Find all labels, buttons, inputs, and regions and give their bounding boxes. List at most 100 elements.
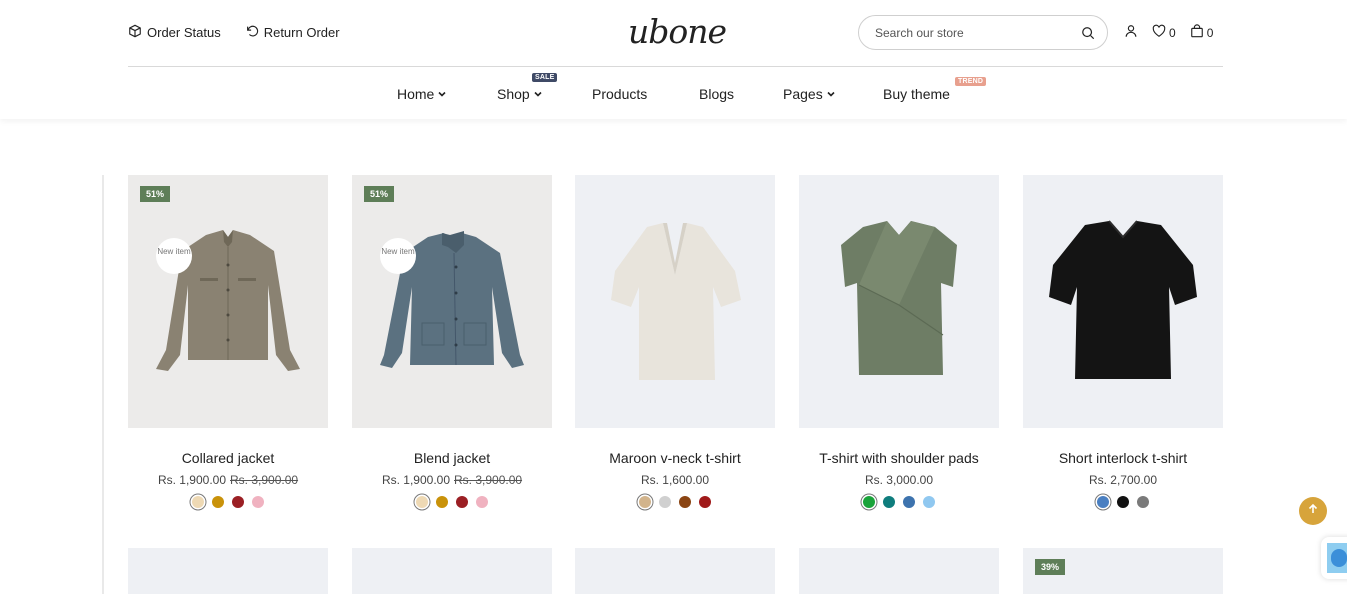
color-swatch[interactable] <box>1097 496 1109 508</box>
discount-badge: 51% <box>364 186 395 202</box>
account-button[interactable] <box>1124 24 1138 41</box>
product-card[interactable]: Maroon v-neck t-shirt Rs. 1,600.00 <box>575 175 775 508</box>
color-swatch[interactable] <box>863 496 875 508</box>
logo-text: ubone <box>628 12 727 51</box>
color-swatches <box>128 496 328 508</box>
cart-button[interactable]: 0 <box>1190 24 1214 41</box>
jacket-taupe-image <box>156 230 300 371</box>
search-input[interactable] <box>875 25 1075 40</box>
nav-label: Pages <box>783 86 823 102</box>
main-nav: Home Shop SALE Products Blogs Pages Buy … <box>0 68 1347 119</box>
cart-icon <box>1190 24 1204 41</box>
color-swatch[interactable] <box>883 496 895 508</box>
color-swatches <box>352 496 552 508</box>
site-header: Order Status Return Order ubone Search o… <box>0 0 1347 119</box>
new-item-tag: New item <box>380 238 416 274</box>
color-swatch[interactable] <box>416 496 428 508</box>
color-swatch[interactable] <box>192 496 204 508</box>
color-swatch[interactable] <box>232 496 244 508</box>
color-swatch[interactable] <box>679 496 691 508</box>
color-swatch[interactable] <box>476 496 488 508</box>
color-swatches <box>799 496 999 508</box>
undo-icon <box>245 24 259 41</box>
wishlist-button[interactable]: 0 <box>1152 24 1176 41</box>
current-price: Rs. 2,700.00 <box>1088 473 1158 487</box>
carousel-edge <box>102 175 104 594</box>
product-title[interactable]: Maroon v-neck t-shirt <box>575 450 775 466</box>
trend-tag: TREND <box>955 77 987 86</box>
color-swatch[interactable] <box>1117 496 1129 508</box>
product-card[interactable]: T-shirt with shoulder pads Rs. 3,000.00 <box>799 175 999 508</box>
tee-cream-image <box>611 223 741 380</box>
top-green-image <box>841 221 957 375</box>
old-price: Rs. 3,900.00 <box>230 473 299 487</box>
current-price: Rs. 1,600.00 <box>640 473 710 487</box>
nav-item-products[interactable]: Products <box>592 86 647 102</box>
search-icon[interactable] <box>1081 26 1095 40</box>
color-swatch[interactable] <box>456 496 468 508</box>
product-card[interactable]: 51% New item Collared jacket Rs. 1,900.0… <box>128 175 328 508</box>
color-swatch[interactable] <box>903 496 915 508</box>
product-title[interactable]: T-shirt with shoulder pads <box>799 450 999 466</box>
jacket-blue-image <box>380 231 524 368</box>
nav-item-buy-theme[interactable]: Buy theme <box>883 86 950 102</box>
product-image[interactable] <box>575 548 775 594</box>
color-swatch[interactable] <box>699 496 711 508</box>
nav-label: Home <box>397 86 435 102</box>
product-price: Rs. 2,700.00 <box>1023 473 1223 487</box>
product-image[interactable]: 51% New item <box>128 175 328 428</box>
user-icon <box>1124 24 1138 41</box>
top-links: Order Status Return Order <box>128 24 340 41</box>
tee-black-image <box>1049 220 1197 379</box>
nav-label: Shop <box>497 86 530 102</box>
product-title[interactable]: Blend jacket <box>352 450 552 466</box>
chevron-down-icon <box>826 86 836 102</box>
product-price: Rs. 1,600.00 <box>575 473 775 487</box>
product-title[interactable]: Short interlock t-shirt <box>1023 450 1223 466</box>
product-image[interactable] <box>799 548 999 594</box>
product-image[interactable] <box>799 175 999 428</box>
nav-item-blogs[interactable]: Blogs <box>699 86 734 102</box>
product-card[interactable]: 51% New item Blend jacket Rs. 1,900.00 Rs… <box>352 175 552 508</box>
product-price: Rs. 1,900.00 Rs. 3,900.00 <box>352 473 552 487</box>
discount-badge: 39% <box>1035 559 1066 575</box>
color-swatch[interactable] <box>1137 496 1149 508</box>
product-card[interactable]: Short interlock t-shirt Rs. 2,700.00 <box>1023 175 1223 508</box>
color-swatch[interactable] <box>639 496 651 508</box>
order-status-link[interactable]: Order Status <box>128 24 221 41</box>
order-status-label: Order Status <box>147 25 221 40</box>
wishlist-count: 0 <box>1169 25 1176 40</box>
cart-count: 0 <box>1206 25 1214 40</box>
color-swatch[interactable] <box>659 496 671 508</box>
nav-label: Products <box>592 86 648 102</box>
chat-widget-button[interactable] <box>1321 537 1347 579</box>
product-image[interactable]: 39% <box>1023 548 1223 594</box>
top-bar: Order Status Return Order ubone Search o… <box>128 0 1223 67</box>
sale-tag: SALE <box>532 73 558 82</box>
heart-icon <box>1152 24 1166 41</box>
product-image[interactable] <box>1023 175 1223 428</box>
product-image[interactable] <box>128 548 328 594</box>
chevron-down-icon <box>533 86 543 102</box>
product-image[interactable] <box>575 175 775 428</box>
site-logo[interactable]: ubone <box>628 12 727 51</box>
color-swatch[interactable] <box>436 496 448 508</box>
return-order-link[interactable]: Return Order <box>245 24 340 41</box>
current-price: Rs. 3,000.00 <box>864 473 934 487</box>
product-image[interactable] <box>352 548 552 594</box>
back-to-top-button[interactable] <box>1299 497 1327 525</box>
product-image[interactable]: 51% New item <box>352 175 552 428</box>
nav-item-shop[interactable]: Shop <box>497 86 543 102</box>
nav-item-pages[interactable]: Pages <box>783 86 836 102</box>
chevron-down-icon <box>437 86 447 102</box>
color-swatch[interactable] <box>252 496 264 508</box>
color-swatch[interactable] <box>212 496 224 508</box>
color-swatch[interactable] <box>923 496 935 508</box>
current-price: Rs. 1,900.00 <box>381 473 450 487</box>
color-swatches <box>575 496 775 508</box>
nav-label: Buy theme <box>883 86 950 102</box>
nav-item-home[interactable]: Home <box>397 86 447 102</box>
product-title[interactable]: Collared jacket <box>128 450 328 466</box>
color-swatches <box>1023 496 1223 508</box>
box-icon <box>128 24 142 41</box>
